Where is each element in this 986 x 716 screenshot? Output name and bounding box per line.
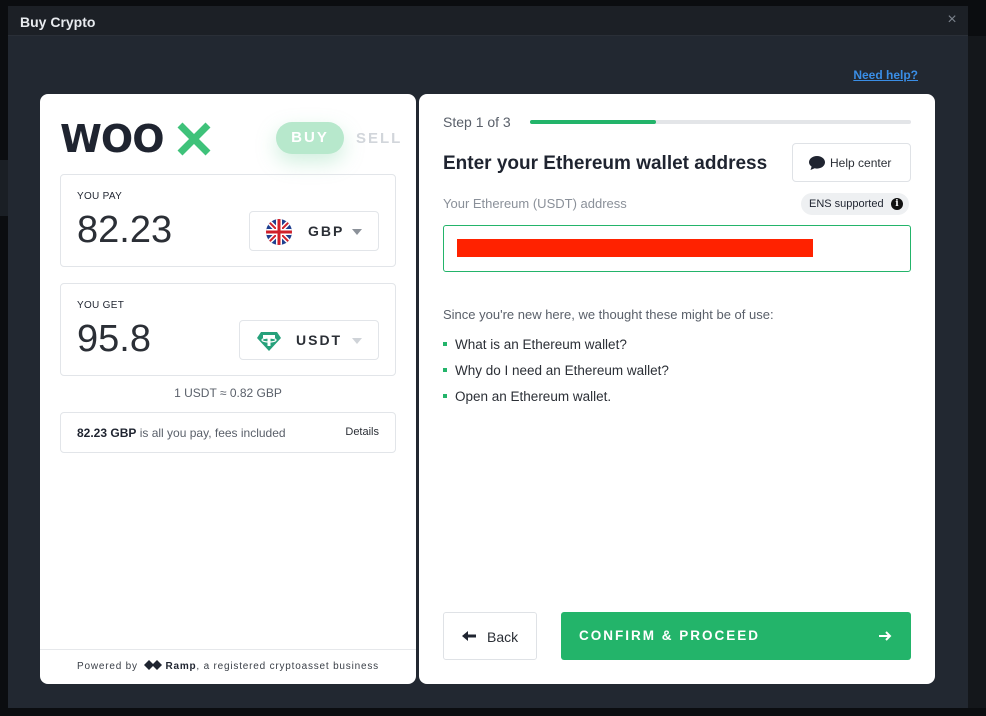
bullet-icon — [443, 394, 447, 398]
back-button[interactable]: Back — [443, 612, 537, 660]
background-window-edge-right — [968, 36, 986, 708]
you-pay-label: YOU PAY — [77, 191, 123, 202]
uk-flag-icon — [266, 219, 292, 245]
you-pay-box: YOU PAY 82.23 GBP — [60, 174, 396, 267]
bullet-icon — [443, 342, 447, 346]
divider — [40, 649, 416, 650]
help-hint: Since you're new here, we thought these … — [443, 307, 774, 322]
chevron-down-icon — [352, 229, 362, 235]
tether-icon — [257, 332, 281, 351]
ramp-logo-icon — [144, 660, 163, 670]
step-progress-bar — [530, 120, 911, 124]
wallet-address-input[interactable] — [443, 225, 911, 272]
ramp-brand: Ramp — [165, 661, 197, 672]
you-get-input[interactable]: 95.8 — [77, 318, 151, 361]
fee-text: 82.23 GBP is all you pay, fees included — [77, 426, 286, 440]
details-link[interactable]: Details — [345, 426, 379, 438]
window-title: Buy Crypto — [20, 14, 96, 30]
link-label: Open an Ethereum wallet. — [455, 389, 612, 404]
tab-sell[interactable]: SELL — [356, 130, 402, 147]
fee-description: is all you pay, fees included — [136, 426, 286, 440]
powered-prefix: Powered by — [77, 661, 138, 672]
link-why-need-wallet[interactable]: Why do I need an Ethereum wallet? — [443, 363, 669, 378]
help-center-label: Help center — [830, 156, 892, 170]
powered-by: Powered by Ramp, a registered cryptoasse… — [40, 660, 416, 672]
pay-currency-select[interactable]: GBP — [249, 211, 379, 251]
redacted-address — [457, 239, 813, 257]
info-icon: i — [891, 198, 903, 210]
fee-amount: 82.23 GBP — [77, 426, 137, 440]
need-help-link[interactable]: Need help? — [853, 68, 918, 82]
you-pay-input[interactable]: 82.23 — [77, 209, 172, 252]
help-center-button[interactable]: Help center — [792, 143, 911, 182]
bullet-icon — [443, 368, 447, 372]
ens-supported-badge[interactable]: ENS supported i — [801, 193, 909, 215]
purchase-panel: WOO BUY SELL YOU PAY 82.23 GBP YOU GET 9… — [40, 94, 416, 684]
confirm-proceed-button[interactable]: CONFIRM & PROCEED — [561, 612, 911, 660]
woox-logo: WOO — [60, 120, 211, 156]
link-label: Why do I need an Ethereum wallet? — [455, 363, 669, 378]
tab-buy[interactable]: BUY — [276, 122, 344, 154]
title-bar: Buy Crypto × — [8, 6, 968, 36]
you-get-label: YOU GET — [77, 300, 125, 311]
you-get-box: YOU GET 95.8 USDT — [60, 283, 396, 376]
back-label: Back — [487, 629, 519, 645]
powered-suffix: , a registered cryptoasset business — [196, 661, 379, 672]
arrow-left-icon — [462, 631, 476, 641]
svg-text:WOO: WOO — [60, 120, 164, 156]
exchange-rate: 1 USDT ≈ 0.82 GBP — [174, 386, 282, 400]
link-what-is-wallet[interactable]: What is an Ethereum wallet? — [443, 337, 627, 352]
fee-summary: 82.23 GBP is all you pay, fees included … — [60, 412, 396, 453]
link-label: What is an Ethereum wallet? — [455, 337, 627, 352]
arrow-right-icon — [879, 631, 892, 641]
pay-currency-code: GBP — [308, 223, 345, 239]
get-currency-select[interactable]: USDT — [239, 320, 379, 360]
get-currency-code: USDT — [296, 332, 343, 348]
close-icon[interactable]: × — [944, 12, 960, 28]
address-label: Your Ethereum (USDT) address — [443, 196, 627, 211]
step-progress-fill — [530, 120, 656, 124]
step-label: Step 1 of 3 — [443, 114, 511, 130]
chevron-down-icon — [352, 338, 362, 344]
wallet-panel: Step 1 of 3 Enter your Ethereum wallet a… — [419, 94, 935, 684]
confirm-label: CONFIRM & PROCEED — [579, 628, 761, 643]
background-window-edge — [0, 160, 8, 216]
ens-label: ENS supported — [809, 198, 884, 210]
link-open-wallet[interactable]: Open an Ethereum wallet. — [443, 389, 611, 404]
chat-bubble-icon — [809, 156, 825, 170]
page-title: Enter your Ethereum wallet address — [443, 153, 768, 174]
